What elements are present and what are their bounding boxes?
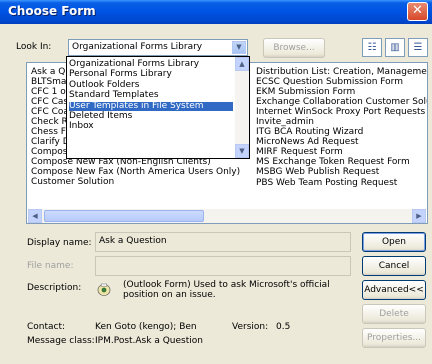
list-item[interactable]: Compose New Fax (North America Users Onl… xyxy=(31,167,240,177)
display-name-label: Display name: xyxy=(27,238,92,248)
dropdown-item[interactable]: Inbox xyxy=(69,122,233,131)
advanced-button[interactable]: Advanced<< xyxy=(362,280,426,300)
look-in-dropdown-list[interactable]: Organizational Forms Library Personal Fo… xyxy=(66,56,250,159)
view-buttons: ☷ ▥ ☰ xyxy=(362,38,428,57)
close-button[interactable]: ✕ xyxy=(407,2,428,21)
forms-column-2: Distribution List: Creation, Management … xyxy=(256,67,427,188)
dropdown-item[interactable]: Organizational Forms Library xyxy=(69,60,233,69)
dropdown-item[interactable]: Standard Templates xyxy=(69,91,233,100)
file-name-field xyxy=(95,256,351,276)
list-item[interactable]: Distribution List: Creation, Management … xyxy=(256,67,427,77)
scroll-up-icon[interactable]: ▲ xyxy=(235,57,249,71)
list-item[interactable]: Exchange Collaboration Customer Solution xyxy=(256,97,427,107)
open-button[interactable]: Open xyxy=(362,232,426,252)
list-item[interactable]: Internet WinSock Proxy Port Requests xyxy=(256,107,427,117)
close-icon: ✕ xyxy=(412,3,423,18)
display-name-value: Ask a Question xyxy=(99,236,167,246)
version-value: 0.5 xyxy=(276,322,291,332)
description-label: Description: xyxy=(27,283,82,293)
properties-button[interactable]: Properties... xyxy=(362,328,426,348)
message-class-value: IPM.Post.Ask a Question xyxy=(95,336,203,346)
large-icons-view-icon[interactable]: ☷ xyxy=(362,38,382,57)
dropdown-item-selected[interactable]: User Templates in File System xyxy=(69,102,233,111)
file-name-label: File name: xyxy=(27,261,74,271)
list-view-icon[interactable]: ☰ xyxy=(408,38,428,57)
dropdown-item[interactable]: Personal Forms Library xyxy=(69,70,233,79)
list-item[interactable]: Customer Solution xyxy=(31,177,240,187)
chevron-down-icon[interactable]: ▼ xyxy=(232,41,246,54)
details-view-icon[interactable]: ▥ xyxy=(385,38,405,57)
list-item[interactable]: PBS Web Team Posting Request xyxy=(256,178,427,188)
message-icon xyxy=(97,283,111,296)
choose-form-dialog: Choose Form ✕ Look In: Organizational Fo… xyxy=(0,0,432,364)
look-in-value: Organizational Forms Library xyxy=(72,42,203,52)
window-title: Choose Form xyxy=(8,4,96,18)
contact-value: Ken Goto (kengo); Ben xyxy=(95,322,197,332)
look-in-label: Look In: xyxy=(16,42,52,52)
list-item[interactable]: ECSC Question Submission Form xyxy=(256,77,427,87)
contact-label: Contact: xyxy=(27,322,66,332)
title-bar[interactable]: Choose Form ✕ xyxy=(0,0,432,24)
version-label: Version: xyxy=(232,322,269,332)
list-item[interactable]: MSBG Web Publish Request xyxy=(256,167,427,177)
dropdown-item[interactable]: Deleted Items xyxy=(69,112,233,121)
list-item[interactable]: MicroNews Ad Request xyxy=(256,137,427,147)
list-item[interactable]: EKM Submission Form xyxy=(256,87,427,97)
dropdown-item[interactable]: Outlook Folders xyxy=(69,81,233,90)
list-item[interactable]: MS Exchange Token Request Form xyxy=(256,157,427,167)
delete-button[interactable]: Delete xyxy=(362,304,426,324)
scroll-right-icon[interactable]: ▶ xyxy=(412,209,426,223)
display-name-field: Ask a Question xyxy=(95,232,351,252)
scrollbar-thumb[interactable] xyxy=(44,210,204,222)
list-item[interactable]: Invite_admin xyxy=(256,117,427,127)
dropdown-scrollbar[interactable]: ▲ ▼ xyxy=(235,57,249,158)
horizontal-scrollbar[interactable]: ◀ ▶ xyxy=(28,209,426,223)
browse-button[interactable]: Browse... xyxy=(263,38,325,58)
list-item[interactable]: ITG BCA Routing Wizard xyxy=(256,127,427,137)
look-in-dropdown[interactable]: Organizational Forms Library ▼ xyxy=(68,39,248,56)
message-class-label: Message class: xyxy=(27,336,95,346)
list-item[interactable]: MIRF Request Form xyxy=(256,147,427,157)
scroll-left-icon[interactable]: ◀ xyxy=(28,209,42,223)
scroll-down-icon[interactable]: ▼ xyxy=(235,144,249,158)
cancel-button[interactable]: Cancel xyxy=(362,256,426,276)
description-value: (Outlook Form) Used to ask Microsoft's o… xyxy=(123,280,330,300)
